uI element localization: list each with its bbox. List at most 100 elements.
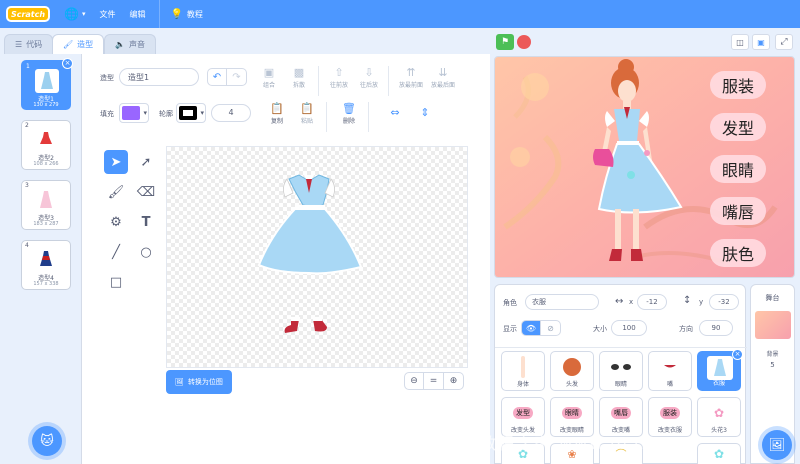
code-icon: ☰ (15, 40, 23, 49)
fill-color-swatch (122, 106, 140, 120)
undo-button[interactable]: ↶ (207, 68, 227, 86)
front-button[interactable]: ⇈ 放最前面 (396, 66, 426, 89)
y-input[interactable]: -32 (709, 294, 739, 310)
reshape-tool[interactable]: ➚ (134, 150, 158, 174)
tab-code[interactable]: ☰ 代码 (4, 34, 54, 54)
flip-vertical-button[interactable]: ⇕ (410, 106, 440, 120)
text-tool[interactable]: T (134, 210, 158, 234)
large-stage-icon: ▣ (757, 37, 765, 47)
tab-costumes-label: 造型 (77, 40, 94, 49)
large-stage-button[interactable]: ▣ (752, 34, 770, 50)
tutorial-menu[interactable]: 💡 教程 (170, 9, 202, 20)
paste-label: 粘贴 (300, 118, 313, 125)
show-sprite-button[interactable]: 👁 (521, 320, 541, 336)
brush-tool[interactable]: 🖌 (104, 180, 128, 204)
size-input[interactable]: 100 (611, 320, 647, 336)
sprite-thumbnail: 服装 (657, 401, 683, 425)
stroke-width-input[interactable]: 4 (211, 104, 251, 122)
sprite-tile-body[interactable]: 身体 (501, 351, 545, 391)
eye-off-icon: ⊘ (547, 323, 554, 333)
costume-number: 4 (25, 242, 29, 249)
fill-tool[interactable]: ⚙ (104, 210, 128, 234)
choose-backdrop-button[interactable]: 🖼 (762, 430, 792, 460)
delete-sprite-button[interactable]: × (732, 349, 743, 360)
stage[interactable]: 服装 发型 眼睛 嘴唇 肤色 (494, 56, 795, 278)
paint-canvas[interactable] (166, 146, 468, 368)
tab-costumes[interactable]: 🖌 造型 (52, 34, 105, 54)
back-label: 放最后面 (430, 82, 455, 89)
cat-icon: 🐱 (40, 433, 54, 449)
stage-button-eyes[interactable]: 眼睛 (710, 155, 766, 183)
back-button[interactable]: ⇊ 放最后面 (428, 66, 458, 89)
stage-button-hairstyle[interactable]: 发型 (710, 113, 766, 141)
rectangle-tool[interactable]: □ (104, 270, 128, 294)
square-icon: □ (109, 274, 123, 290)
fullscreen-button[interactable]: ⤢ (775, 34, 793, 50)
sprite-tile-flower-3[interactable]: ✿ 头花3 (697, 397, 741, 437)
forward-button[interactable]: ⇧ 往前放 (324, 66, 354, 89)
divider (318, 66, 319, 96)
delete-costume-button[interactable]: × (62, 58, 73, 69)
costume-item-1[interactable]: 1 造型1 130 x 279 × (21, 58, 73, 110)
paste-button[interactable]: 📋 粘贴 (292, 102, 322, 125)
hide-sprite-button[interactable]: ⊘ (541, 320, 561, 336)
chevron-down-icon: ▾ (143, 109, 147, 117)
zoom-in-button[interactable]: ⊕ (444, 372, 464, 390)
stage-button-skin[interactable]: 肤色 (710, 239, 766, 267)
stroke-color-picker[interactable]: ▾ (176, 103, 206, 123)
sprite-thumb-text: 服装 (660, 407, 680, 419)
backdrop-count: 5 (770, 361, 775, 369)
line-tool[interactable]: ╱ (104, 240, 128, 264)
backdrop-label: 背景 (766, 351, 779, 358)
reshape-icon: ➚ (140, 154, 152, 170)
circle-tool[interactable]: ○ (134, 240, 158, 264)
language-menu[interactable]: 🌐 ▾ (64, 7, 85, 21)
costume-item-3[interactable]: 3 造型3 183 x 287 (21, 180, 71, 230)
redo-button[interactable]: ↷ (227, 68, 247, 86)
fill-color-picker[interactable]: ▾ (119, 103, 149, 123)
sprite-name-input[interactable]: 衣服 (525, 294, 599, 310)
sprite-tile-hair[interactable]: 头发 (550, 351, 594, 391)
sprite-thumbnail: ✿ (706, 401, 732, 425)
costume-thumbnail (34, 188, 58, 212)
ungroup-button[interactable]: ▩ 拆散 (284, 66, 314, 89)
fullscreen-icon: ⤢ (780, 37, 788, 47)
stage-button-lips[interactable]: 嘴唇 (710, 197, 766, 225)
edit-menu[interactable]: 编辑 (129, 9, 145, 20)
costume-item-4[interactable]: 4 造型4 157 x 338 (21, 240, 71, 290)
sprite-tile-eyes[interactable]: 眼睛 (599, 351, 643, 391)
sprite-thumb-text: 发型 (513, 407, 533, 419)
stroke-color-swatch (179, 106, 197, 120)
tab-sounds[interactable]: 🔈 声音 (104, 34, 156, 54)
backward-button[interactable]: ⇩ 往后放 (354, 66, 384, 89)
select-tool[interactable]: ➤ (104, 150, 128, 174)
costume-name-input[interactable]: 造型1 (119, 68, 199, 86)
stop-button[interactable] (517, 35, 531, 49)
eraser-tool[interactable]: ⌫ (134, 180, 158, 204)
group-button[interactable]: ▣ 组合 (254, 66, 284, 89)
group-icon: ▣ (263, 66, 275, 79)
zoom-out-button[interactable]: ⊖ (404, 372, 424, 390)
menu-bar: Scratch 🌐 ▾ 文件 编辑 💡 教程 (0, 0, 800, 28)
x-input[interactable]: -12 (637, 294, 667, 310)
tab-sounds-label: 声音 (128, 40, 145, 49)
sprite-tile-clothes[interactable]: 衣服 × (697, 349, 743, 391)
scratch-logo[interactable]: Scratch (6, 6, 50, 22)
tab-code-label: 代码 (26, 40, 43, 49)
stage-button-clothes[interactable]: 服装 (710, 71, 766, 99)
sprite-tile-partial[interactable]: ✿ (697, 443, 741, 464)
file-menu[interactable]: 文件 (99, 9, 115, 20)
choose-costume-button[interactable]: 🐱 (32, 426, 62, 456)
sprite-thumbnail (608, 355, 634, 379)
convert-to-bitmap-button[interactable]: 🖼 转换为位图 (166, 370, 232, 394)
green-flag-button[interactable]: ⚑ (496, 34, 514, 50)
zoom-reset-button[interactable]: = (424, 372, 444, 390)
flip-horizontal-button[interactable]: ⇔ (380, 106, 410, 120)
copy-button[interactable]: 📋 复制 (262, 102, 292, 125)
direction-input[interactable]: 90 (699, 320, 733, 336)
text-icon: T (141, 214, 151, 230)
delete-button[interactable]: 🗑 删除 (334, 102, 364, 125)
costume-item-2[interactable]: 2 造型2 108 x 266 (21, 120, 71, 170)
sprite-tile-mouth[interactable]: 嘴 (648, 351, 692, 391)
small-stage-button[interactable]: ◫ (731, 34, 749, 50)
